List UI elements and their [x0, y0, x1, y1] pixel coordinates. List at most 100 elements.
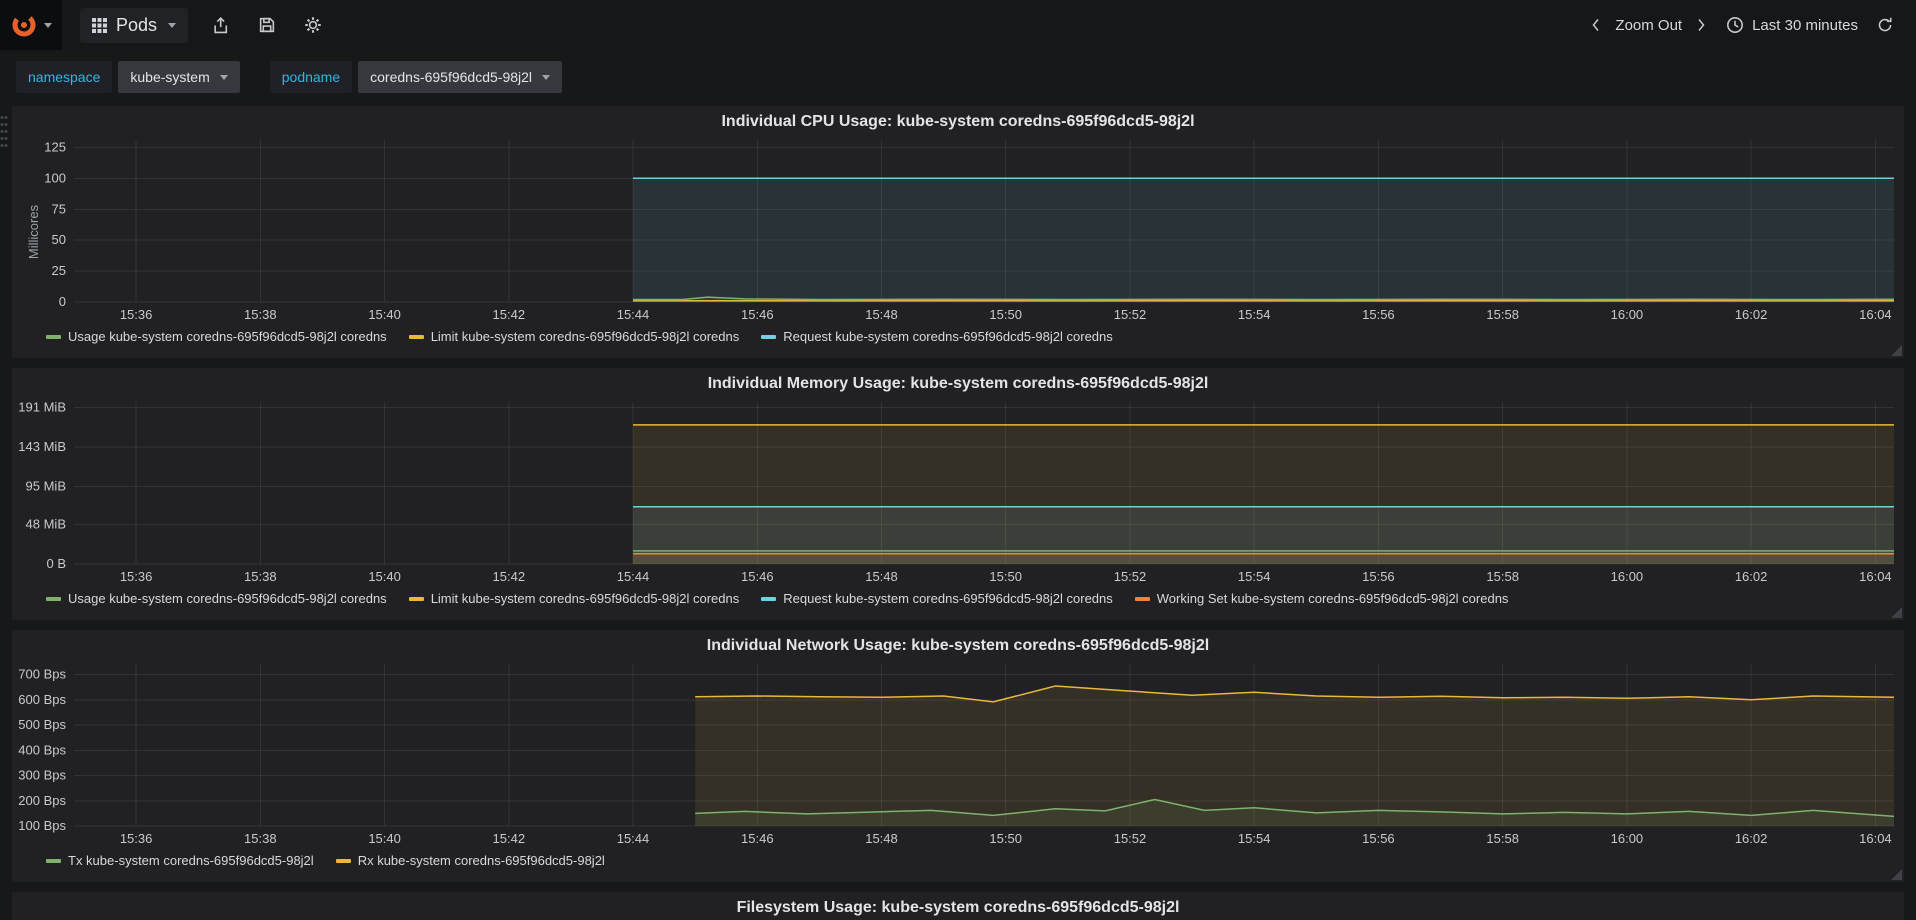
x-tick-label: 15:42 — [493, 831, 526, 846]
x-tick-label: 15:44 — [617, 831, 650, 846]
series-color-dash-icon — [335, 858, 351, 863]
dashboard-picker-button[interactable]: Pods — [80, 7, 189, 43]
panel-network-usage: Individual Network Usage: kube-system co… — [12, 630, 1904, 882]
time-shift-forward-button[interactable] — [1690, 13, 1712, 37]
panel-resize-handle[interactable] — [1891, 345, 1902, 356]
y-tick-label: 500 Bps — [18, 717, 66, 732]
variable-select-podname[interactable]: coredns-695f96dcd5-98j2l — [358, 61, 563, 93]
y-tick-label: 400 Bps — [18, 742, 66, 757]
chevron-down-icon — [43, 22, 52, 28]
legend-item[interactable]: Request kube-system coredns-695f96dcd5-9… — [761, 329, 1113, 344]
x-tick-label: 15:52 — [1114, 831, 1147, 846]
y-tick-label: 700 Bps — [18, 667, 66, 682]
legend-item[interactable]: Tx kube-system coredns-695f96dcd5-98j2l — [46, 853, 314, 868]
panel-resize-handle[interactable] — [1891, 869, 1902, 880]
time-range-label: Last 30 minutes — [1752, 16, 1858, 34]
y-tick-label: 95 MiB — [26, 478, 66, 493]
time-shift-back-button[interactable] — [1585, 13, 1607, 37]
legend-label: Request kube-system coredns-695f96dcd5-9… — [783, 591, 1113, 606]
save-button[interactable] — [254, 12, 280, 38]
x-tick-label: 15:50 — [989, 569, 1022, 584]
row-drag-handle[interactable] — [0, 114, 8, 148]
x-tick-label: 15:54 — [1238, 569, 1271, 584]
grafana-logo-button[interactable] — [0, 0, 62, 50]
legend-item[interactable]: Limit kube-system coredns-695f96dcd5-98j… — [408, 329, 739, 344]
variable-value-namespace: kube-system — [130, 69, 210, 85]
legend-item[interactable]: Rx kube-system coredns-695f96dcd5-98j2l — [335, 853, 605, 868]
legend-item[interactable]: Working Set kube-system coredns-695f96dc… — [1134, 591, 1509, 606]
x-tick-label: 15:58 — [1486, 569, 1519, 584]
x-tick-label: 15:46 — [741, 569, 774, 584]
panel-cpu-usage: Individual CPU Usage: kube-system coredn… — [12, 106, 1904, 358]
x-tick-label: 15:44 — [617, 307, 650, 322]
refresh-button[interactable] — [1872, 12, 1898, 38]
x-tick-label: 15:40 — [368, 831, 401, 846]
variable-label-namespace: namespace — [16, 61, 113, 93]
y-tick-label: 300 Bps — [18, 768, 66, 783]
x-tick-label: 16:02 — [1735, 569, 1768, 584]
x-tick-label: 15:44 — [617, 569, 650, 584]
memory-usage-chart[interactable]: 0 B 48 MiB 95 MiB 143 MiB 191 MiB 15:36 15:38 1… — [12, 394, 1904, 590]
x-tick-label: 15:38 — [244, 831, 277, 846]
chart-svg: 0 B 48 MiB 95 MiB 143 MiB 191 MiB 15:36 15:38 1… — [18, 400, 1894, 584]
share-button[interactable] — [208, 12, 234, 38]
network-usage-chart[interactable]: 100 Bps 200 Bps 300 Bps 400 Bps 500 Bps 600 B… — [12, 656, 1904, 852]
time-range-picker[interactable]: Last 30 minutes — [1726, 16, 1858, 34]
x-tick-label: 15:38 — [244, 569, 277, 584]
legend-item[interactable]: Usage kube-system coredns-695f96dcd5-98j… — [46, 329, 387, 344]
x-tick-label: 15:40 — [368, 307, 401, 322]
x-tick-label: 15:52 — [1114, 569, 1147, 584]
y-axis-label: Millicores — [26, 204, 41, 260]
x-tick-label: 15:50 — [989, 307, 1022, 322]
y-tick-label: 0 B — [46, 556, 66, 571]
legend-item[interactable]: Request kube-system coredns-695f96dcd5-9… — [761, 591, 1113, 606]
y-tick-label: 100 — [44, 170, 66, 185]
series-color-dash-icon — [761, 334, 777, 339]
chart-legend: Tx kube-system coredns-695f96dcd5-98j2l R… — [12, 852, 1904, 868]
settings-gear-icon — [305, 17, 321, 33]
x-tick-label: 15:58 — [1486, 831, 1519, 846]
x-tick-label: 15:52 — [1114, 307, 1147, 322]
y-tick-label: 100 Bps — [18, 818, 66, 833]
panel-title[interactable]: Individual Network Usage: kube-system co… — [12, 630, 1904, 656]
share-icon — [214, 16, 228, 34]
legend-item[interactable]: Limit kube-system coredns-695f96dcd5-98j… — [408, 591, 740, 606]
panel-title[interactable]: Filesystem Usage: kube-system coredns-69… — [12, 892, 1904, 918]
x-tick-label: 15:54 — [1238, 831, 1271, 846]
x-tick-label: 15:48 — [865, 831, 898, 846]
series-color-dash-icon — [46, 334, 61, 339]
y-tick-label: 191 MiB — [18, 400, 66, 415]
x-tick-label: 15:36 — [120, 831, 153, 846]
series-color-dash-icon — [1134, 596, 1150, 601]
legend-label: Working Set kube-system coredns-695f96dc… — [1156, 591, 1509, 606]
x-tick-label: 16:00 — [1611, 307, 1644, 322]
panel-title[interactable]: Individual CPU Usage: kube-system coredn… — [12, 106, 1904, 132]
chevron-right-icon — [1698, 19, 1705, 31]
y-tick-label: 75 — [52, 201, 66, 216]
series-fill — [633, 178, 1894, 302]
legend-item[interactable]: Usage kube-system coredns-695f96dcd5-98j… — [46, 591, 387, 606]
x-tick-label: 16:00 — [1611, 831, 1644, 846]
settings-button[interactable] — [300, 12, 326, 38]
variable-label-podname: podname — [269, 61, 353, 93]
x-tick-label: 15:54 — [1238, 307, 1271, 322]
legend-label: Limit kube-system coredns-695f96dcd5-98j… — [430, 591, 740, 606]
variable-select-namespace[interactable]: kube-system — [118, 61, 240, 93]
chevron-down-icon — [542, 74, 551, 80]
panel-resize-handle[interactable] — [1891, 607, 1902, 618]
chevron-down-icon — [219, 74, 228, 80]
panel-title[interactable]: Individual Memory Usage: kube-system cor… — [12, 368, 1904, 394]
legend-label: Usage kube-system coredns-695f96dcd5-98j… — [68, 329, 387, 344]
series-fill — [695, 686, 1895, 826]
y-tick-label: 600 Bps — [18, 692, 66, 707]
x-tick-label: 15:40 — [368, 569, 401, 584]
cpu-usage-chart[interactable]: 0 25 50 75 100 125 15:36 15:38 15:40 15:42 15:44 15… — [12, 132, 1904, 328]
y-tick-label: 48 MiB — [26, 517, 66, 532]
y-tick-label: 25 — [52, 263, 66, 278]
x-tick-label: 15:36 — [120, 569, 153, 584]
variable-value-podname: coredns-695f96dcd5-98j2l — [370, 69, 533, 85]
panel-filesystem-usage: Filesystem Usage: kube-system coredns-69… — [12, 892, 1904, 920]
time-controls: Zoom Out Last 30 minutes — [1585, 12, 1916, 38]
zoom-out-button[interactable]: Zoom Out — [1615, 17, 1682, 34]
chart-svg: 100 Bps 200 Bps 300 Bps 400 Bps 500 Bps 600 B… — [18, 664, 1895, 846]
